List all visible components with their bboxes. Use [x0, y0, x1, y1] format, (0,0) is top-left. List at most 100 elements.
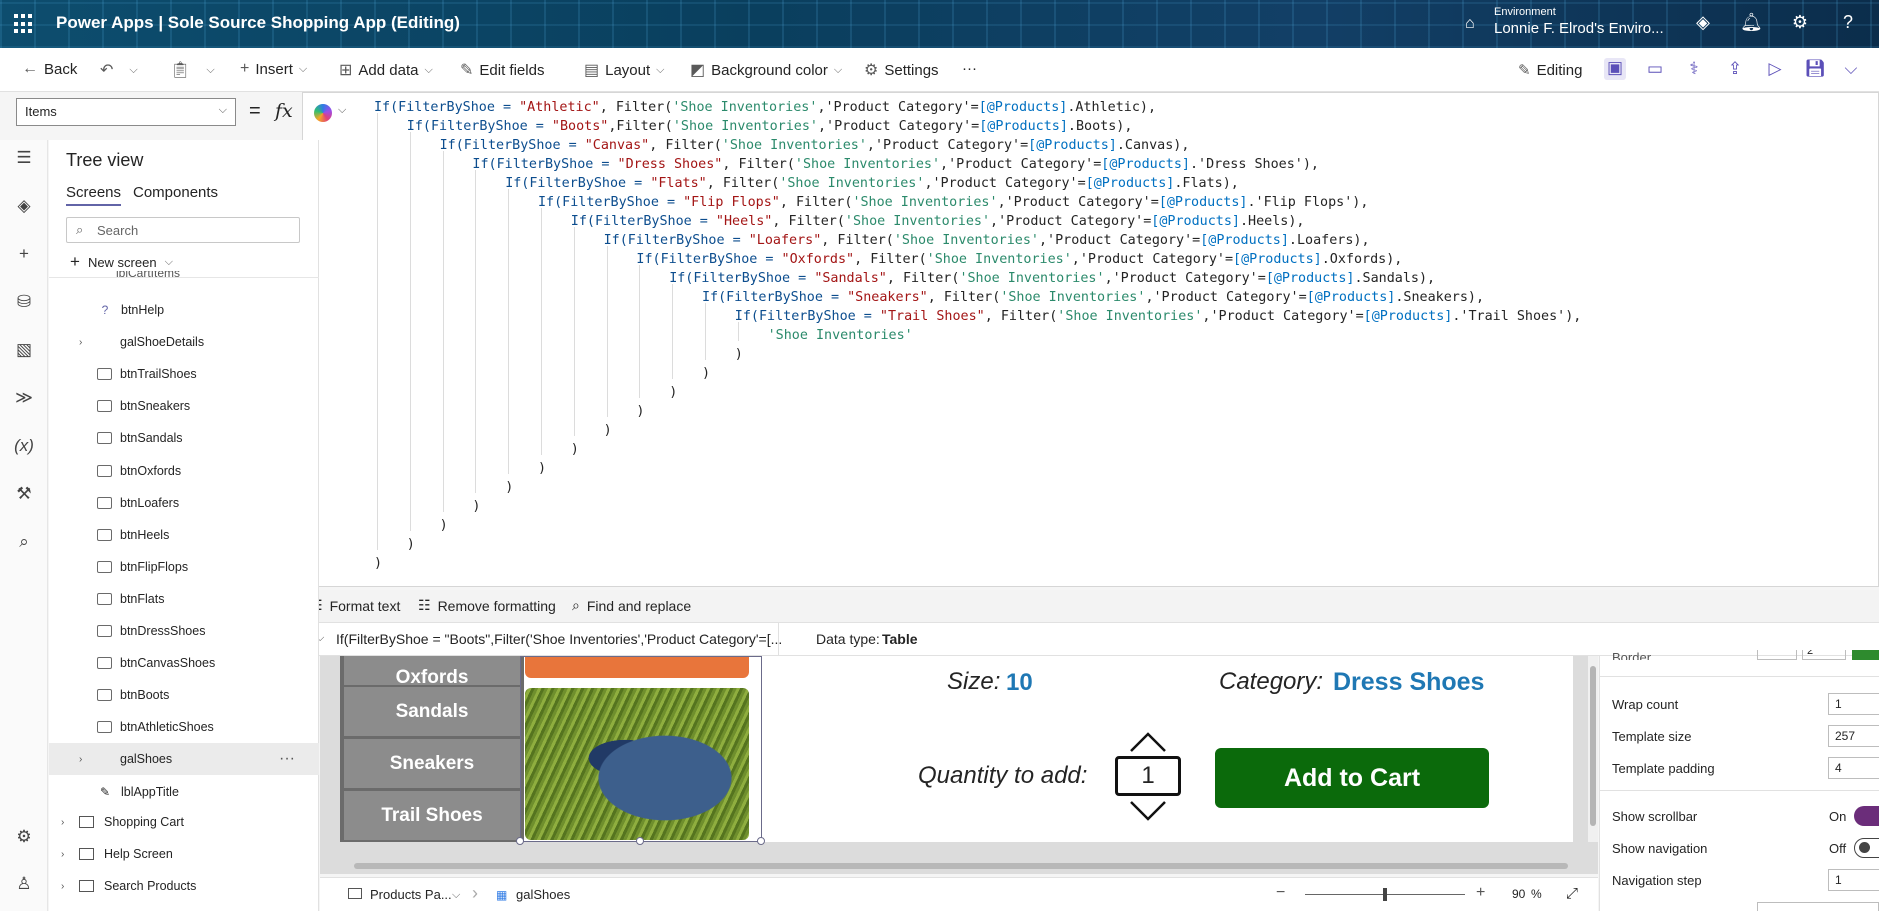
chevron-right-icon[interactable]: › — [79, 754, 91, 765]
tree-item-btnOxfords[interactable]: btnOxfords — [49, 455, 319, 487]
chevron-right-icon[interactable]: › — [79, 337, 91, 348]
chevron-down-icon[interactable]: ⌵ — [1840, 59, 1862, 79]
save-icon[interactable]: 💾︎ — [1804, 59, 1826, 79]
more-commands-button[interactable]: ··· — [962, 60, 977, 77]
preview-play-icon[interactable]: ▷ — [1764, 59, 1786, 79]
transition-dropdown[interactable] — [1757, 902, 1879, 911]
tree-item-btnAthleticShoes[interactable]: btnAthleticShoes — [49, 711, 319, 743]
app-launcher-icon[interactable] — [14, 14, 34, 34]
chevron-down-icon[interactable]: ⌵ — [452, 889, 460, 902]
chevron-down-icon[interactable]: ⌵ — [338, 104, 346, 117]
border-width-input[interactable]: 2 — [1802, 650, 1846, 660]
navigation-step-input[interactable]: 1 — [1828, 869, 1879, 891]
category-button-sandals[interactable]: Sandals — [344, 687, 520, 736]
tree-screen-shopping-cart[interactable]: › Shopping Cart — [49, 806, 319, 838]
notifications-icon[interactable]: 🔔︎ — [1740, 12, 1763, 33]
settings-button[interactable]: ⚙ Settings — [864, 60, 939, 80]
app-checker-icon[interactable]: ⚕ — [1683, 59, 1705, 79]
new-screen-button[interactable]: + New screen ⌵ — [70, 252, 173, 272]
undo-button[interactable]: ↶ ⌵ — [100, 60, 138, 80]
copilot-header-icon[interactable]: ◈ — [1692, 12, 1714, 33]
paste-button[interactable]: 📋︎ ⌵ — [170, 60, 215, 80]
settings-icon[interactable]: ⚙ — [1789, 12, 1811, 33]
tab-screens[interactable]: Screens — [66, 184, 122, 206]
tree-item-galShoes[interactable]: › galShoes ··· — [49, 743, 319, 776]
share-icon[interactable]: ⇪ — [1724, 59, 1746, 79]
quantity-input[interactable]: 1 — [1115, 756, 1181, 796]
edit-fields-button[interactable]: ✎ Edit fields — [460, 60, 544, 80]
layout-button[interactable]: ▤ Layout ⌵ — [584, 60, 665, 80]
data-icon[interactable]: ⛁ — [12, 292, 36, 312]
chevron-down-icon[interactable]: ⌵ — [129, 64, 137, 77]
quantity-up-icon[interactable] — [1129, 731, 1167, 753]
category-button-trail-shoes[interactable]: Trail Shoes — [344, 791, 520, 840]
function-icon[interactable]: fx — [275, 100, 293, 122]
tree-item-btnBoots[interactable]: btnBoots — [49, 679, 319, 711]
tree-item-btnSneakers[interactable]: btnSneakers — [49, 390, 319, 422]
menu-icon[interactable]: ☰ — [12, 148, 36, 168]
tree-item-btnLoafers[interactable]: btnLoafers — [49, 487, 319, 519]
property-dropdown[interactable]: Items ⌵ — [16, 98, 236, 126]
template-padding-input[interactable]: 4 — [1828, 757, 1879, 779]
virtual-agent-icon[interactable]: ♙ — [12, 874, 36, 894]
resize-handle[interactable] — [636, 837, 644, 845]
tree-search-input[interactable]: ⌕ Search — [66, 217, 300, 243]
advanced-tools-icon[interactable]: ⚒ — [12, 484, 36, 504]
resize-handle[interactable] — [757, 837, 765, 845]
tree-item-btnHeels[interactable]: btnHeels — [49, 519, 319, 551]
tree-item-lblAppTitle[interactable]: ✎ lblAppTitle — [49, 776, 319, 808]
chevron-right-icon[interactable]: › — [61, 849, 73, 860]
tree-view-icon[interactable]: ◈ — [12, 196, 36, 216]
tree-item-btnDressShoes[interactable]: btnDressShoes — [49, 615, 319, 647]
breadcrumb-screen[interactable]: Products Pa... — [370, 887, 452, 902]
canvas-vertical-scrollbar[interactable] — [1588, 656, 1598, 842]
power-automate-icon[interactable]: ≫ — [12, 388, 36, 408]
settings-icon[interactable]: ⚙ — [12, 827, 36, 847]
border-style-dropdown[interactable] — [1757, 650, 1797, 660]
tree-screen-search-products[interactable]: › Search Products — [49, 870, 319, 902]
template-size-input[interactable]: 257 — [1828, 725, 1879, 747]
copilot-icon[interactable]: ▣ — [1604, 58, 1626, 80]
find-replace-button[interactable]: ⌕ Find and replace — [572, 597, 691, 614]
fit-to-window-icon[interactable]: ⤢ — [1566, 885, 1578, 902]
tree-item-btnHelp[interactable]: ? btnHelp — [49, 294, 319, 326]
tree-item-galShoeDetails[interactable]: › galShoeDetails — [49, 326, 319, 358]
chevron-down-icon[interactable]: ⌵ — [206, 64, 214, 77]
environment-icon[interactable]: ⌂ — [1465, 15, 1475, 33]
background-color-button[interactable]: ◩ Background color ⌵ — [690, 60, 842, 80]
border-color-swatch[interactable] — [1852, 650, 1879, 660]
gallery-selection-frame[interactable] — [520, 656, 762, 842]
quantity-down-icon[interactable] — [1129, 800, 1167, 822]
resize-handle[interactable] — [516, 837, 524, 845]
show-scrollbar-toggle[interactable] — [1854, 806, 1879, 826]
add-data-button[interactable]: ⊞ Add data ⌵ — [339, 60, 433, 80]
search-icon[interactable]: ⌕ — [12, 532, 36, 552]
tree-item-btnFlats[interactable]: btnFlats — [49, 583, 319, 615]
back-button[interactable]: ← Back — [22, 60, 77, 78]
zoom-slider-thumb[interactable] — [1383, 888, 1387, 901]
comments-icon[interactable]: ▭ — [1644, 59, 1666, 79]
breadcrumb-control[interactable]: galShoes — [516, 887, 570, 902]
environment-name[interactable]: Lonnie F. Elrod's Enviro... — [1494, 20, 1664, 37]
tree-item-btnFlipFlops[interactable]: btnFlipFlops — [49, 551, 319, 583]
canvas-scrollbar[interactable] — [354, 863, 1568, 869]
tree-item-btnSandals[interactable]: btnSandals — [49, 422, 319, 454]
insert-icon[interactable]: + — [12, 244, 36, 264]
chevron-right-icon[interactable]: › — [61, 881, 73, 892]
formula-code[interactable]: If(FilterByShoe = "Athletic", Filter('Sh… — [374, 98, 1581, 573]
wrap-count-input[interactable]: 1 — [1828, 693, 1879, 715]
tree-item-btnTrailShoes[interactable]: btnTrailShoes — [49, 358, 319, 390]
show-navigation-toggle[interactable] — [1854, 838, 1879, 858]
category-button-sneakers[interactable]: Sneakers — [344, 739, 520, 788]
insert-button[interactable]: + Insert ⌵ — [240, 60, 307, 78]
copilot-formula-icon[interactable] — [314, 104, 332, 122]
editing-mode-button[interactable]: ✎ Editing — [1518, 57, 1582, 83]
tab-components[interactable]: Components — [133, 184, 218, 201]
more-options-icon[interactable]: ··· — [279, 750, 295, 768]
zoom-slider[interactable] — [1305, 888, 1465, 901]
remove-formatting-button[interactable]: ☷ Remove formatting — [418, 597, 556, 614]
add-to-cart-button[interactable]: Add to Cart — [1215, 748, 1489, 808]
category-button-oxfords[interactable]: Oxfords — [344, 656, 520, 685]
tree-screen-help-screen[interactable]: › Help Screen — [49, 838, 319, 870]
variables-icon[interactable]: (x) — [12, 436, 36, 456]
